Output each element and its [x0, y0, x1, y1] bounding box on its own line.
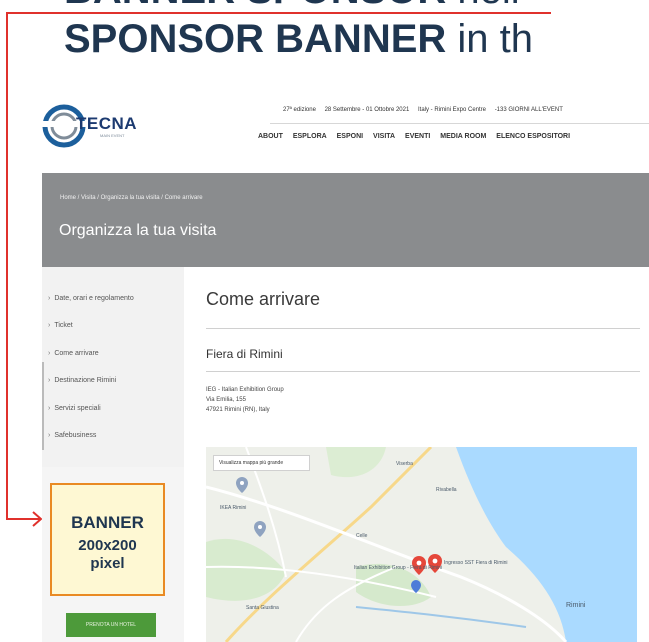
- address-line-3: 47921 Rimini (RN), Italy: [206, 407, 270, 413]
- map-label-ikea: IKEA Rimini: [220, 505, 247, 511]
- map-label-celle: Celle: [356, 533, 368, 539]
- sidebar-item-destinazione-rimini[interactable]: Destinazione Rimini: [48, 377, 116, 384]
- sidebar-accent: [42, 362, 44, 450]
- headline-line-2: SPONSOR BANNER in th: [64, 17, 533, 61]
- content-divider-2: [206, 371, 640, 372]
- banner-size: 200x200: [78, 537, 137, 554]
- breadcrumb[interactable]: Home / Visita / Organizza la tua visita …: [60, 195, 203, 201]
- address-line-1: IEG - Italian Exhibition Group: [206, 387, 284, 393]
- callout-line-top: [6, 12, 551, 14]
- event-countdown: -133 GIORNI ALL'EVENT: [494, 107, 563, 113]
- logo-brand: TECNA: [76, 114, 138, 133]
- page-title: Organizza la tua visita: [59, 222, 217, 239]
- page-hero: [42, 173, 649, 267]
- sponsor-banner-placeholder[interactable]: BANNER 200x200 pixel: [50, 483, 165, 596]
- sidebar-item-come-arrivare[interactable]: Come arrivare: [48, 350, 98, 357]
- nav-item-media-room[interactable]: MEDIA ROOM: [440, 133, 486, 140]
- event-info-bar: 27ª edizione 28 Settembre - 01 Ottobre 2…: [283, 107, 570, 113]
- sidebar-item-servizi-speciali[interactable]: Servizi speciali: [48, 405, 100, 412]
- content-divider-1: [206, 328, 640, 329]
- map-canvas: [206, 447, 637, 642]
- address-line-2: Via Emilia, 155: [206, 397, 246, 403]
- map-label-santa-giustina: Santa Giustina: [246, 605, 279, 611]
- view-larger-map-button[interactable]: Visualizza mappa più grande: [213, 455, 310, 471]
- tecna-logo[interactable]: TECNA MAIN EVENT: [42, 104, 152, 148]
- nav-divider: [270, 123, 649, 124]
- content-title: Come arrivare: [206, 289, 321, 309]
- event-dates: 28 Settembre - 01 Ottobre 2021: [324, 107, 410, 113]
- event-location: Italy - Rimini Expo Centre: [417, 107, 487, 113]
- nav-item-visita[interactable]: VISITA: [373, 133, 395, 140]
- nav-item-eventi[interactable]: EVENTI: [405, 133, 430, 140]
- sidebar-item-safebusiness[interactable]: Safebusiness: [48, 432, 96, 439]
- sidebar-item-ticket[interactable]: Ticket: [48, 322, 72, 329]
- sidebar-item-date-orari[interactable]: Date, orari e regolamento: [48, 295, 133, 302]
- banner-label: BANNER: [71, 513, 144, 532]
- nav-item-esplora[interactable]: ESPLORA: [293, 133, 327, 140]
- logo-tagline: MAIN EVENT: [100, 133, 125, 138]
- book-hotel-button[interactable]: PRENOTA UN HOTEL: [66, 613, 156, 637]
- main-nav: ABOUT ESPLORA ESPONI VISITA EVENTI MEDIA…: [258, 133, 578, 140]
- venue-name: Fiera di Rimini: [206, 347, 283, 361]
- map-label-rivabella: Rivabella: [436, 487, 457, 493]
- nav-item-esponi[interactable]: ESPONI: [337, 133, 363, 140]
- map-label-fiera: Italian Exhibition Group - Fiera di Rimi…: [354, 565, 443, 571]
- event-edition: 27ª edizione: [283, 107, 316, 113]
- map-label-viserba: Viserba: [396, 461, 413, 467]
- nav-item-elenco-espositori[interactable]: ELENCO ESPOSITORI: [496, 133, 570, 140]
- banner-unit: pixel: [90, 555, 125, 572]
- google-map[interactable]: IKEA Rimini Italian Exhibition Group - F…: [206, 447, 637, 642]
- map-label-rimini: Rimini: [566, 602, 586, 609]
- headline-line-1: BANNER SPONSOR nell: [64, 0, 520, 10]
- nav-item-about[interactable]: ABOUT: [258, 133, 283, 140]
- map-label-ingresso: Ingresso SST Fiera di Rimini: [444, 560, 508, 566]
- callout-line-vertical: [6, 12, 8, 520]
